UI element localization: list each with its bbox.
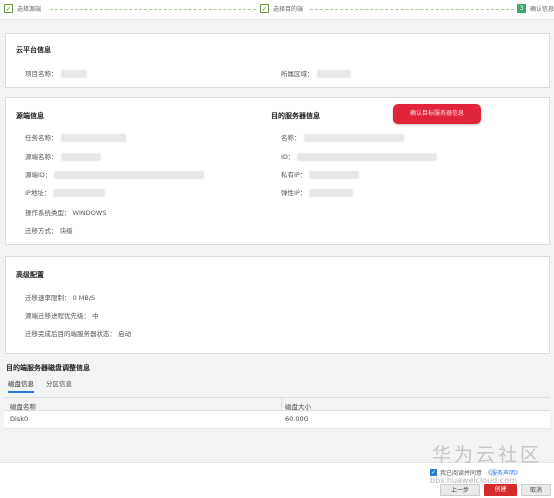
disk-adjust-title: 目的端服务器磁盘调整信息 xyxy=(6,364,90,372)
priority-row: 源端迁移进程优先级： 中 xyxy=(25,310,99,320)
wizard-stepper: ✓ 选择源端 ✓ 选择目的端 3 确认信息 xyxy=(0,0,554,20)
advanced-config-title: 高级配置 xyxy=(16,271,44,279)
redacted-value xyxy=(303,134,404,142)
step-select-source[interactable]: ✓ 选择源端 xyxy=(4,4,41,13)
source-id-row: 源端ID： xyxy=(25,169,205,179)
step-connector xyxy=(310,9,514,10)
step-label: 选择源端 xyxy=(17,6,42,13)
step-connector xyxy=(50,9,256,10)
post-migration-state-label: 迁移完成后目的端服务器状态： xyxy=(25,330,116,338)
redacted-value xyxy=(309,171,360,179)
migration-mode-label: 迁移方式： xyxy=(25,227,58,235)
target-name-label: 名称： xyxy=(281,134,301,142)
tab-disk-info[interactable]: 磁盘信息 xyxy=(8,378,34,393)
step-label: 确认信息 xyxy=(530,6,554,13)
redacted-value xyxy=(60,153,101,161)
rate-limit-label: 迁移速率限制： xyxy=(25,294,71,302)
source-info-title: 源端信息 xyxy=(16,112,44,120)
os-type-value: WINDOWS xyxy=(72,209,107,217)
prev-button[interactable]: 上一步 xyxy=(440,484,480,496)
private-ip-row: 私有IP： xyxy=(281,169,360,179)
rate-limit-row: 迁移速率限制： 0 MB/S xyxy=(25,292,95,302)
source-name-label: 源端名称： xyxy=(25,153,58,161)
post-migration-state-value: 启动 xyxy=(118,330,132,338)
target-name-row: 名称： xyxy=(281,132,404,142)
column-header-disk-size: 磁盘大小 xyxy=(285,403,311,411)
column-header-disk-name: 磁盘名称 xyxy=(10,403,36,411)
step-number: 3 xyxy=(517,4,526,13)
eip-label: 弹性IP： xyxy=(281,189,307,197)
step-select-target[interactable]: ✓ 选择目的端 xyxy=(260,4,303,13)
ip-row: IP地址： xyxy=(25,187,106,197)
confirm-target-callout: 确认目标服务器信息 xyxy=(393,104,481,124)
redacted-value xyxy=(54,171,205,179)
check-icon: ✓ xyxy=(260,4,269,13)
region-label: 所属区域： xyxy=(281,70,314,78)
eip-row: 弹性IP： xyxy=(281,187,354,197)
os-type-label: 操作系统类型： xyxy=(25,209,71,217)
redacted-value xyxy=(316,70,351,78)
create-button[interactable]: 创建 xyxy=(484,484,517,496)
migration-mode-value: 块级 xyxy=(59,227,73,235)
redacted-value xyxy=(297,153,438,161)
disk-table-header: 磁盘名称 磁盘大小 xyxy=(4,397,550,411)
priority-value: 中 xyxy=(92,312,99,320)
region-row: 所属区域： xyxy=(281,68,351,78)
step-confirm: 3 确认信息 xyxy=(517,4,554,13)
redacted-value xyxy=(53,189,106,197)
table-row: Disk0 60.00G xyxy=(4,411,550,429)
checkbox-checked-icon[interactable]: ✓ xyxy=(430,469,437,476)
priority-label: 源端迁移进程优先级： xyxy=(25,312,90,320)
column-divider xyxy=(281,398,282,410)
target-id-label: ID： xyxy=(281,153,295,161)
cloud-info-title: 云平台信息 xyxy=(16,46,51,54)
os-type-row: 操作系统类型： WINDOWS xyxy=(25,207,106,217)
migration-mode-row: 迁移方式： 块级 xyxy=(25,225,73,235)
tab-partition-info[interactable]: 分区信息 xyxy=(46,378,72,393)
disk-size-cell: 60.00G xyxy=(285,415,309,423)
project-name-label: 项目名称： xyxy=(25,70,58,78)
redacted-value xyxy=(60,134,126,142)
post-migration-state-row: 迁移完成后目的端服务器状态： 启动 xyxy=(25,328,131,338)
cancel-button[interactable]: 取消 xyxy=(521,484,551,496)
redacted-value xyxy=(60,70,87,78)
target-id-row: ID： xyxy=(281,151,438,161)
ip-label: IP地址： xyxy=(25,189,51,197)
check-icon: ✓ xyxy=(4,4,13,13)
task-name-row: 任务名称： xyxy=(25,132,126,142)
source-name-row: 源端名称： xyxy=(25,151,101,161)
disk-name-cell: Disk0 xyxy=(10,415,29,423)
cloud-info-panel xyxy=(5,33,550,88)
project-name-row: 项目名称： xyxy=(25,68,87,78)
step-label: 选择目的端 xyxy=(273,6,304,13)
advanced-config-panel xyxy=(5,256,550,354)
source-id-label: 源端ID： xyxy=(25,171,52,179)
disk-tabs: 磁盘信息 分区信息 xyxy=(8,378,72,393)
watermark-brand: 华为云社区 xyxy=(432,444,543,466)
redacted-value xyxy=(309,189,354,197)
target-info-title: 目的服务器信息 xyxy=(271,112,320,120)
rate-limit-value: 0 MB/S xyxy=(72,294,96,302)
task-name-label: 任务名称： xyxy=(25,134,58,142)
private-ip-label: 私有IP： xyxy=(281,171,307,179)
